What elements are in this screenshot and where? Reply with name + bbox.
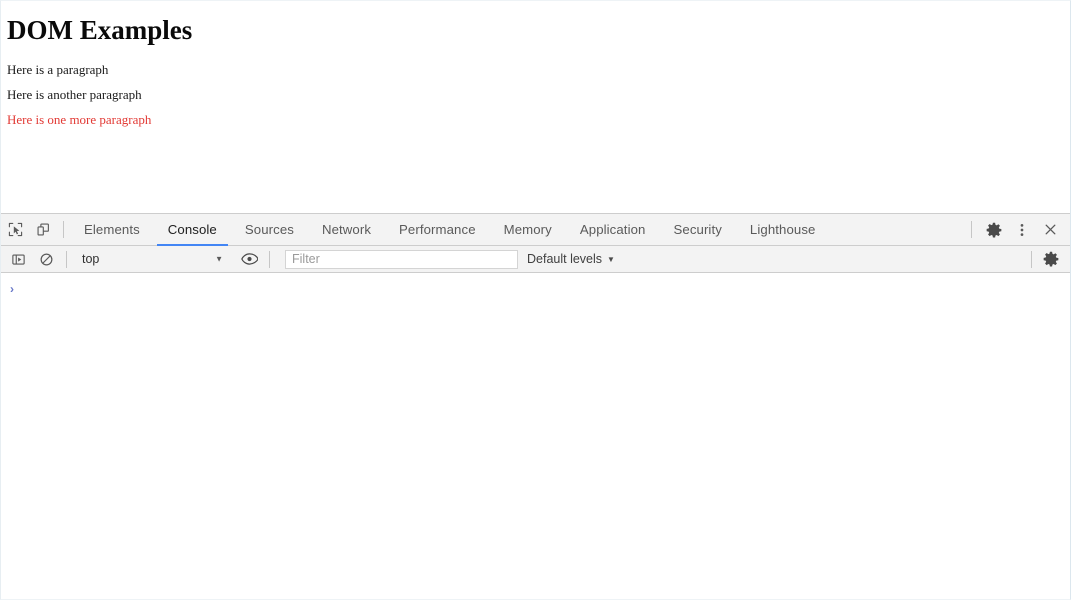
tab-label: Lighthouse [749,222,816,237]
tab-label: Application [579,222,646,237]
clear-console-icon[interactable] [32,246,60,272]
tab-console[interactable]: Console [154,214,231,246]
toolbar-divider [1031,250,1032,268]
tab-label: Security [673,222,722,237]
devtools-panel: Elements Console Sources Network Perform… [1,213,1070,599]
console-sidebar-toggle-icon[interactable] [4,246,32,272]
device-toolbar-icon[interactable] [29,217,57,243]
more-options-icon[interactable] [1008,217,1036,243]
tab-label: Console [167,222,217,237]
tab-performance[interactable]: Performance [385,214,490,246]
chevron-down-icon: ▼ [215,254,223,264]
console-context-value: top [82,252,100,266]
tab-label: Performance [399,222,476,237]
console-toolbar-actions [1031,246,1070,272]
settings-gear-icon[interactable] [980,217,1008,243]
tab-label: Network [321,222,372,237]
chevron-down-icon: ▼ [607,254,615,264]
console-prompt[interactable]: › [10,281,21,297]
paragraph-3: Here is one more paragraph [7,112,152,127]
paragraph-2: Here is another paragraph [7,87,142,102]
devtools-tabbar-actions [967,217,1070,243]
page-title: DOM Examples [7,15,193,45]
inspect-element-icon[interactable] [1,217,29,243]
console-output-area[interactable]: › [1,273,1070,599]
tab-sources[interactable]: Sources [231,214,308,246]
toolbar-divider [66,250,67,268]
tab-memory[interactable]: Memory [490,214,566,246]
console-levels-selector[interactable]: Default levels ▼ [527,252,615,266]
eye-icon[interactable] [235,246,263,272]
console-levels-label: Default levels [527,252,603,266]
toolbar-divider [269,250,270,268]
toolbar-divider [971,221,972,238]
tab-lighthouse[interactable]: Lighthouse [736,214,830,246]
tab-elements[interactable]: Elements [70,214,154,246]
console-settings-gear-icon[interactable] [1037,246,1065,272]
console-prompt-chevron-icon: › [10,282,14,296]
tab-label: Sources [244,222,294,237]
tab-label: Elements [84,222,140,237]
console-text-caret [20,283,21,296]
tab-security[interactable]: Security [659,214,735,246]
devtools-tab-list: Elements Console Sources Network Perform… [70,214,829,246]
tab-label: Memory [503,222,552,237]
tab-network[interactable]: Network [308,214,385,246]
devtools-tabbar: Elements Console Sources Network Perform… [1,214,1070,246]
close-icon[interactable] [1036,217,1064,243]
console-context-selector[interactable]: top ▼ [75,249,235,270]
browser-window: DOM Examples Here is a paragraph Here is… [0,0,1071,600]
console-filter-input[interactable] [285,249,518,269]
toolbar-divider [63,221,64,238]
console-toolbar: top ▼ Default levels ▼ [1,246,1070,273]
tab-application[interactable]: Application [566,214,660,246]
paragraph-1: Here is a paragraph [7,62,109,77]
web-page-content: DOM Examples Here is a paragraph Here is… [1,1,1070,213]
